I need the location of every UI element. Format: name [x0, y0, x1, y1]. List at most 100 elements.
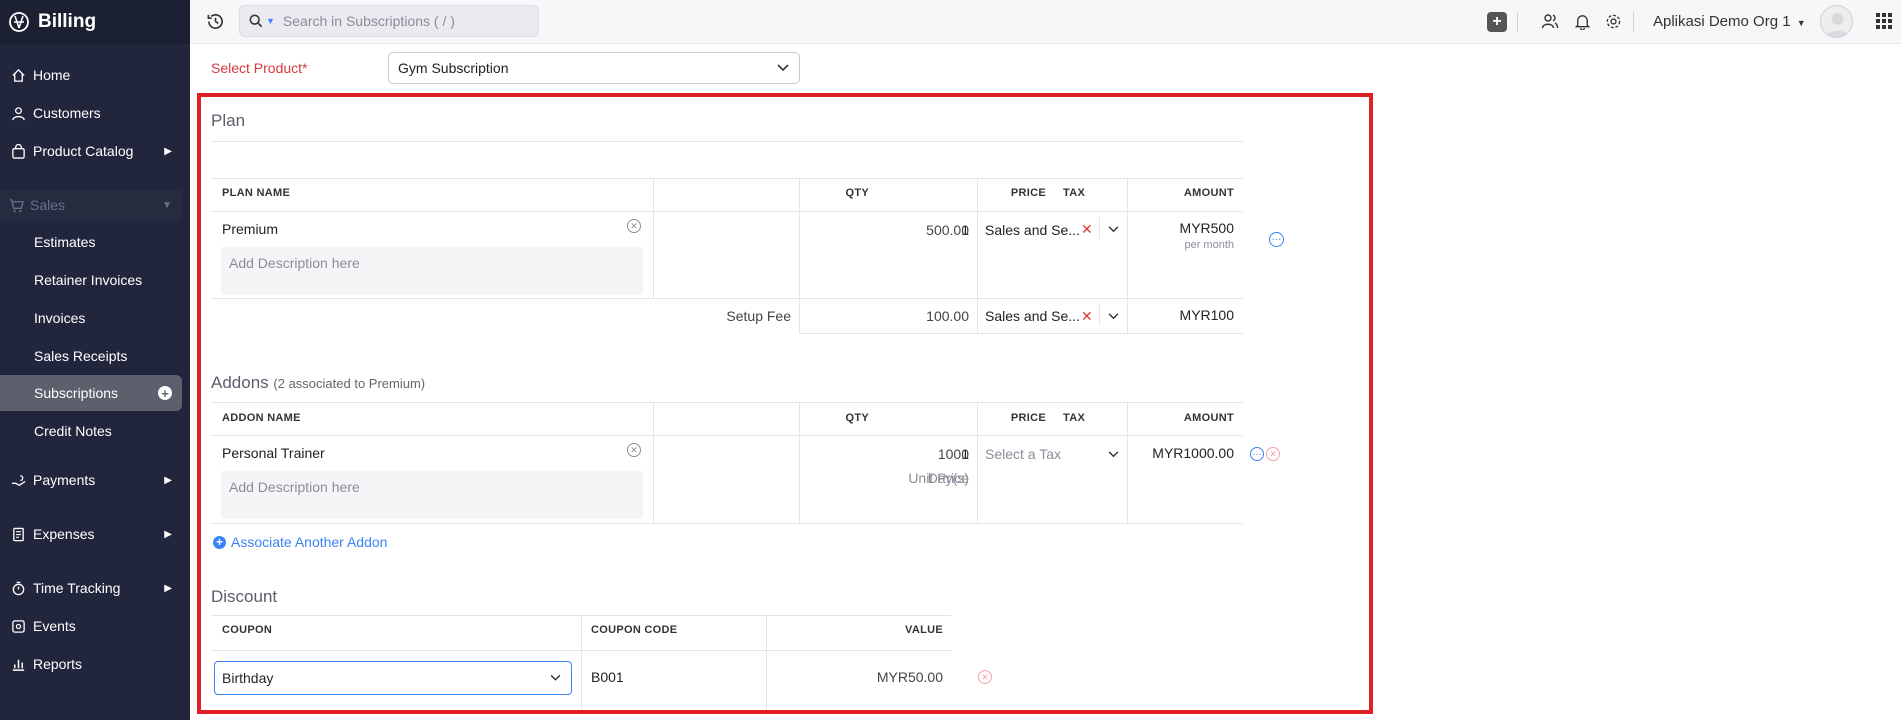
caret-right-icon: ▶ — [164, 145, 172, 157]
nav-customers[interactable]: Customers — [0, 102, 190, 124]
remove-tax-icon[interactable]: ✕ — [1081, 221, 1093, 238]
remove-addon-icon[interactable]: ✕ — [1266, 447, 1280, 461]
plan-amount: MYR500 — [1179, 220, 1234, 236]
plan-tax[interactable]: Sales and Se... — [985, 222, 1080, 238]
divider — [211, 435, 1243, 436]
chevron-down-icon: ▼ — [1796, 18, 1806, 28]
nav-home[interactable]: Home — [0, 64, 190, 86]
nav-retainer-invoices[interactable]: Retainer Invoices — [0, 270, 182, 290]
plan-header-qty: QTY — [845, 187, 869, 199]
addon-header-tax: TAX — [1063, 412, 1086, 424]
org-switcher[interactable]: Aplikasi Demo Org 1 ▼ — [1653, 13, 1806, 30]
remove-tax-icon[interactable]: ✕ — [1081, 308, 1093, 325]
product-select[interactable]: Gym Subscription — [388, 52, 800, 84]
nav-events[interactable]: Events — [0, 615, 190, 637]
avatar[interactable] — [1820, 5, 1853, 38]
nav-sales-receipts[interactable]: Sales Receipts — [0, 346, 182, 366]
history-icon[interactable] — [204, 10, 226, 32]
more-options-icon[interactable]: ··· — [1250, 447, 1264, 461]
nav-customers-label: Customers — [33, 105, 101, 121]
divider — [799, 178, 800, 333]
nav-subscriptions[interactable]: Subscriptions + — [0, 375, 182, 411]
nav-expenses[interactable]: Expenses ▶ — [0, 523, 190, 545]
nav-credit-notes-label: Credit Notes — [34, 423, 112, 439]
addon-description-input[interactable]: Add Description here — [221, 471, 643, 519]
nav-expenses-label: Expenses — [33, 526, 95, 542]
plan-header-tax: TAX — [1063, 187, 1086, 199]
more-options-icon[interactable]: ··· — [1269, 232, 1284, 247]
coupon-value: Birthday — [222, 670, 274, 686]
home-icon — [9, 66, 27, 84]
plan-header-amount: AMOUNT — [1183, 187, 1234, 199]
nav-invoices[interactable]: Invoices — [0, 308, 182, 328]
nav-home-label: Home — [33, 67, 71, 83]
plan-name[interactable]: Premium — [222, 221, 278, 237]
divider — [211, 402, 1243, 403]
addon-name[interactable]: Personal Trainer — [222, 445, 325, 461]
addon-price-unit: Unit Price — [908, 470, 969, 486]
divider — [977, 178, 978, 333]
discount-header-value: VALUE — [905, 624, 943, 636]
nav-payments[interactable]: Payments ▶ — [0, 469, 190, 491]
gear-icon[interactable] — [1602, 10, 1624, 32]
chevron-down-icon — [550, 674, 561, 681]
divider — [653, 178, 654, 298]
setup-fee-tax[interactable]: Sales and Se... — [985, 308, 1080, 324]
coupon-value-amount: MYR50.00 — [876, 669, 943, 685]
chevron-down-icon[interactable] — [1108, 226, 1119, 233]
addon-price[interactable]: 1000 — [811, 446, 969, 462]
bar-chart-icon — [9, 655, 27, 673]
receipt-icon — [9, 525, 27, 543]
nav-payments-label: Payments — [33, 472, 96, 488]
payments-icon — [9, 471, 27, 489]
addon-header-qty: QTY — [845, 412, 869, 424]
search-input[interactable]: Search in Subscriptions ( / ) — [283, 13, 455, 29]
search-box[interactable]: ▼ Search in Subscriptions ( / ) — [239, 5, 539, 37]
divider — [799, 402, 800, 523]
chevron-down-icon[interactable] — [1108, 451, 1119, 458]
setup-fee-price[interactable]: 100.00 — [811, 308, 969, 324]
nav-product-catalog[interactable]: Product Catalog ▶ — [0, 140, 190, 162]
caret-right-icon: ▶ — [164, 474, 172, 486]
add-subscription-icon[interactable]: + — [158, 386, 172, 400]
nav-credit-notes[interactable]: Credit Notes — [0, 421, 182, 441]
brand[interactable]: Billing — [0, 0, 190, 44]
discount-header-code: COUPON CODE — [591, 624, 678, 636]
coupon-code: B001 — [591, 669, 624, 685]
remove-coupon-icon[interactable]: ✕ — [978, 670, 992, 684]
addon-header-name: ADDON NAME — [222, 412, 301, 424]
divider — [211, 141, 1243, 142]
setup-fee-amount: MYR100 — [1179, 307, 1234, 323]
nav-estimates[interactable]: Estimates — [0, 232, 182, 252]
billing-logo-icon — [9, 12, 29, 32]
chevron-down-icon[interactable] — [1108, 313, 1119, 320]
addons-subtitle: (2 associated to Premium) — [273, 376, 426, 391]
users-icon[interactable] — [1539, 10, 1561, 32]
plan-header-name: PLAN NAME — [222, 187, 291, 199]
clear-icon[interactable]: ✕ — [627, 219, 641, 233]
cart-icon — [9, 198, 24, 213]
app-name: Billing — [38, 11, 97, 32]
associate-addon-link[interactable]: + Associate Another Addon — [213, 534, 387, 550]
discount-title: Discount — [211, 587, 278, 606]
plan-description-input[interactable]: Add Description here — [221, 247, 643, 295]
nav-time-tracking[interactable]: Time Tracking ▶ — [0, 577, 190, 599]
bell-icon[interactable] — [1571, 10, 1593, 32]
search-icon[interactable]: ▼ — [249, 14, 275, 28]
divider — [1517, 12, 1518, 32]
coupon-select[interactable]: Birthday — [214, 661, 572, 695]
caret-right-icon: ▶ — [164, 582, 172, 594]
divider — [1633, 12, 1634, 32]
quick-create-icon[interactable]: + — [1487, 12, 1507, 32]
addon-tax-select[interactable]: Select a Tax — [985, 446, 1061, 462]
divider — [1099, 304, 1100, 326]
caret-right-icon: ▶ — [164, 528, 172, 540]
app-grid-icon[interactable] — [1873, 10, 1895, 32]
addon-header-amount: AMOUNT — [1183, 412, 1234, 424]
nav-reports[interactable]: Reports — [0, 653, 190, 675]
nav-events-label: Events — [33, 618, 76, 634]
nav-sales[interactable]: Sales ▼ — [0, 190, 182, 220]
plan-price[interactable]: 500.00 — [811, 222, 969, 238]
clear-icon[interactable]: ✕ — [627, 443, 641, 457]
discount-header-coupon: COUPON — [222, 624, 273, 636]
